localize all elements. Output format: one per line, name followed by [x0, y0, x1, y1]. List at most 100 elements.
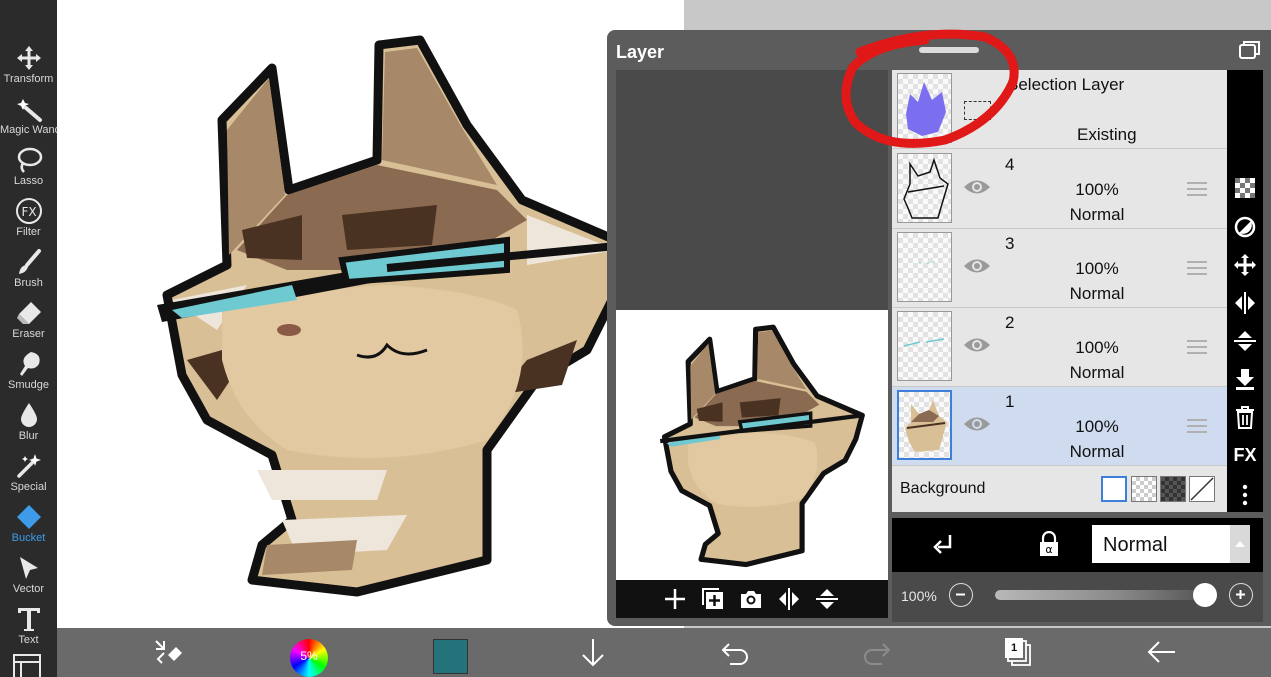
layer-opacity: 100% [1075, 338, 1119, 357]
opacity-slider-knob[interactable] [1193, 583, 1217, 607]
redo-icon[interactable] [862, 637, 892, 667]
move-layer-icon[interactable] [1233, 253, 1257, 277]
tool-special[interactable]: Special [0, 448, 57, 499]
layer-fx-button[interactable]: FX [1227, 445, 1263, 466]
tool-vector[interactable]: Vector [0, 550, 57, 601]
duplicate-layer-icon[interactable] [700, 586, 726, 612]
merge-down-icon[interactable] [1233, 367, 1257, 391]
layer-blend-mode: Normal [1069, 205, 1125, 224]
layer-name: 3 [1005, 234, 1015, 253]
transparency-lock-icon[interactable] [1233, 176, 1257, 200]
layer-thumbnail [897, 390, 952, 460]
layer-row-2[interactable]: 2 100% Normal [892, 308, 1227, 387]
tool-label: Blur [18, 430, 39, 442]
layer-drag-handle[interactable] [1187, 340, 1207, 358]
eraser-icon [16, 302, 41, 324]
download-arrow-icon[interactable] [579, 637, 607, 669]
tool-bucket[interactable]: Bucket [0, 499, 57, 550]
tool-label: Filter [16, 226, 41, 238]
flip-layer-horizontal-icon[interactable] [1233, 291, 1257, 315]
layers-button[interactable]: 1 [1004, 637, 1032, 667]
color-wheel-button[interactable]: 5% [290, 639, 328, 677]
visibility-eye-icon[interactable] [963, 177, 991, 197]
layer-row-3[interactable]: 3 100% Normal [892, 229, 1227, 308]
background-dark-swatch[interactable] [1160, 476, 1186, 502]
tool-label: Magic Wand [0, 124, 61, 136]
clipping-icon[interactable] [1233, 215, 1257, 239]
blend-mode-select[interactable]: Normal [1092, 525, 1250, 563]
camera-icon[interactable] [738, 586, 764, 612]
opacity-decrease-button[interactable] [949, 583, 973, 607]
tool-label: Text [18, 634, 39, 646]
opacity-increase-button[interactable] [1229, 583, 1253, 607]
tool-smudge[interactable]: Smudge [0, 346, 57, 397]
tool-brush[interactable]: Brush [0, 244, 57, 295]
preview-artwork [659, 324, 865, 568]
left-toolbar: Transform Magic Wand Lasso FX Filter Bru… [0, 0, 61, 677]
layer-name: 1 [1005, 392, 1015, 411]
opacity-label: 100% [901, 588, 937, 604]
visibility-eye-icon[interactable] [963, 256, 991, 276]
tool-magic-wand[interactable]: Magic Wand [0, 91, 61, 142]
blend-dropdown-arrow[interactable] [1230, 525, 1250, 563]
tool-lasso[interactable]: Lasso [0, 142, 57, 193]
bottom-toolbar: 5% 1 [57, 628, 1271, 677]
frame-tool-icon[interactable] [13, 654, 41, 677]
tool-label: Smudge [8, 379, 49, 391]
back-arrow-icon[interactable] [1145, 637, 1177, 667]
tool-filter[interactable]: FX Filter [0, 193, 57, 244]
tool-blur[interactable]: Blur [0, 397, 57, 448]
blend-bar: α Normal [892, 518, 1263, 572]
color-swap-icon[interactable] [152, 637, 184, 667]
visibility-eye-icon[interactable] [963, 414, 991, 434]
layer-thumbnail [897, 311, 952, 381]
more-options-icon[interactable] [1233, 483, 1257, 507]
layer-thumbnail [897, 232, 952, 302]
app-root: Transform Magic Wand Lasso FX Filter Bru… [0, 0, 1271, 677]
clip-arrow-icon[interactable] [932, 533, 954, 557]
layer-drag-handle[interactable] [1187, 261, 1207, 279]
alpha-lock-icon[interactable]: α [1038, 531, 1060, 557]
minus-icon [956, 593, 965, 596]
layer-blend-mode: Normal [1069, 363, 1125, 382]
layer-blend-mode: Normal [1069, 284, 1125, 303]
tool-label: Lasso [13, 175, 44, 187]
visibility-eye-icon[interactable] [963, 335, 991, 355]
selection-layer-status: Existing [1077, 125, 1137, 144]
tool-eraser[interactable]: Eraser [0, 295, 57, 346]
tool-label: Eraser [12, 328, 45, 340]
artwork [157, 35, 632, 597]
background-label: Background [900, 480, 986, 497]
flip-layer-vertical-icon[interactable] [1233, 329, 1257, 353]
vector-cursor-icon [19, 557, 38, 579]
add-layer-icon[interactable] [662, 586, 688, 612]
tool-text[interactable]: Text [0, 601, 57, 652]
flip-horizontal-icon[interactable] [776, 586, 802, 612]
plus-icon [1236, 590, 1245, 599]
delete-layer-icon[interactable] [1233, 405, 1257, 429]
window-mode-icon[interactable] [1239, 40, 1261, 60]
opacity-slider[interactable] [995, 590, 1205, 600]
background-white-swatch[interactable] [1101, 476, 1127, 502]
current-color-swatch[interactable] [433, 639, 468, 674]
lasso-icon [17, 147, 42, 173]
red-annotation-circle [841, 29, 1019, 148]
layer-opacity: 100% [1075, 259, 1119, 278]
svg-text:α: α [1045, 543, 1052, 556]
layer-drag-handle[interactable] [1187, 419, 1207, 437]
canvas-preview[interactable] [616, 310, 888, 580]
background-transparent-swatch[interactable] [1131, 476, 1157, 502]
flip-vertical-icon[interactable] [814, 586, 840, 612]
tool-transform[interactable]: Transform [0, 40, 57, 91]
fx-filter-icon: FX [15, 198, 42, 224]
undo-icon[interactable] [720, 637, 750, 667]
layer-name: 2 [1005, 313, 1015, 332]
drawing-canvas[interactable] [57, 0, 684, 628]
layer-name: 4 [1005, 155, 1015, 174]
layer-opacity: 100% [1075, 180, 1119, 199]
layer-row-1[interactable]: 1 100% Normal [892, 387, 1227, 466]
layer-row-4[interactable]: 4 100% Normal [892, 150, 1227, 229]
layer-panel-title: Layer [616, 42, 665, 62]
layer-drag-handle[interactable] [1187, 182, 1207, 200]
background-none-swatch[interactable] [1189, 476, 1215, 502]
